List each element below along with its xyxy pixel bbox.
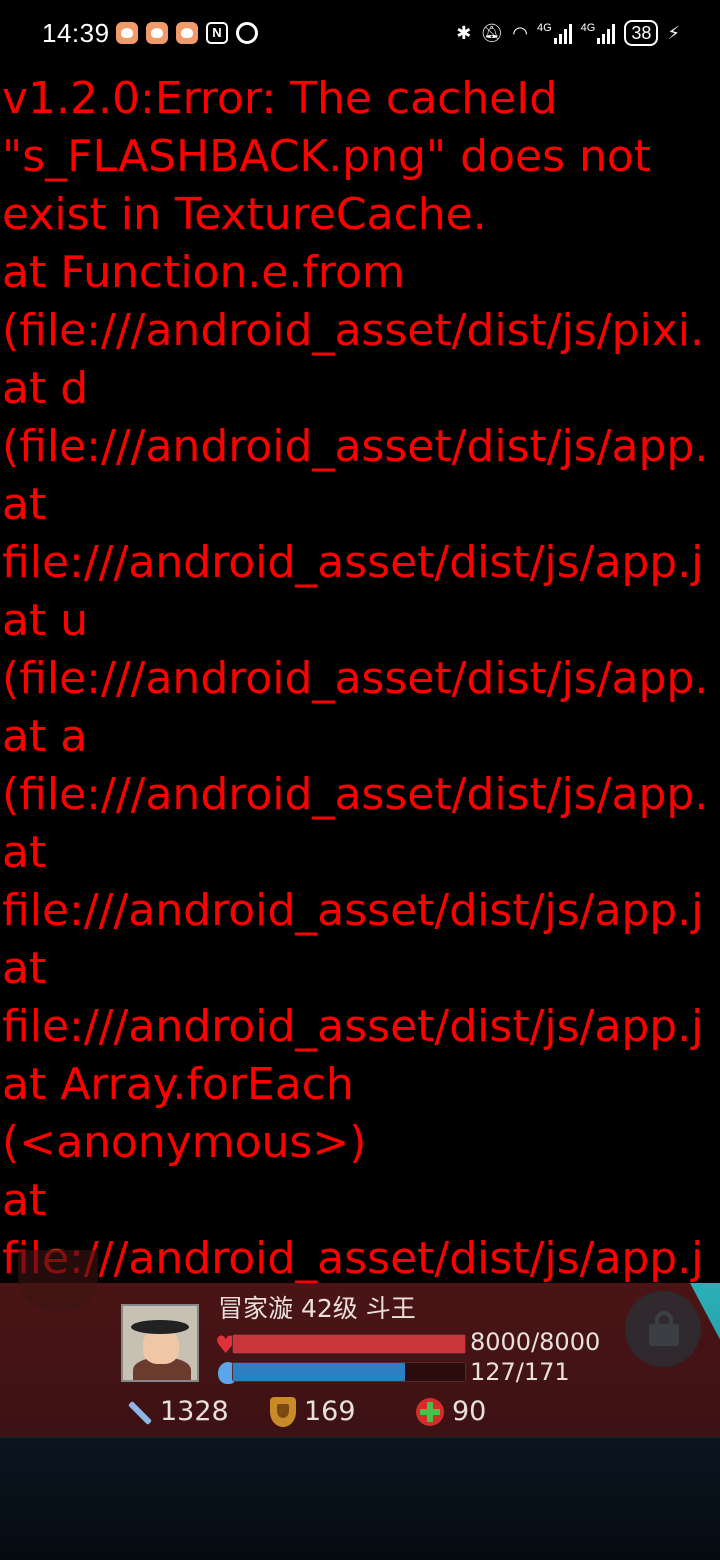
signal-icon: 4G	[581, 22, 616, 44]
signal-icon: 4G	[537, 22, 572, 44]
charging-icon: ⚡︎	[667, 22, 680, 43]
bluetooth-icon: ✱	[456, 22, 472, 43]
status-time: 14:39	[42, 18, 110, 48]
player-avatar[interactable]	[121, 1304, 199, 1382]
mute-icon: 🔕︎	[480, 22, 504, 43]
status-bar: 14:39 N ✱ 🔕︎ ◠ 4G 4G 38 ⚡︎	[0, 0, 720, 68]
error-line: exist in TextureCache.	[2, 189, 487, 240]
error-message: v1.2.0:Error: The cacheId "s_FLASHBACK.pn…	[2, 70, 720, 1288]
error-line: (<anonymous>)	[2, 1117, 367, 1168]
error-line: (file:///android_asset/dist/js/app.	[2, 653, 709, 704]
hp-value: 8000/8000	[470, 1328, 601, 1356]
error-line: at Array.forEach	[2, 1059, 354, 1110]
error-line: at	[2, 827, 47, 878]
lock-button[interactable]	[625, 1291, 701, 1367]
error-line: (file:///android_asset/dist/js/app.	[2, 421, 709, 472]
heal-stat: 90	[416, 1396, 486, 1427]
attack-value: 1328	[160, 1396, 229, 1427]
player-name-level: 冒家漩 42级 斗王	[218, 1294, 416, 1323]
mp-bar-fill	[233, 1363, 406, 1381]
defense-stat: 169	[270, 1396, 356, 1427]
mp-bar	[232, 1362, 466, 1382]
nfc-icon: N	[206, 22, 228, 44]
error-line: file:///android_asset/dist/js/app.j	[2, 1233, 704, 1284]
sword-icon	[122, 1397, 152, 1427]
error-line: at a	[2, 711, 88, 762]
menu-button[interactable]	[18, 1250, 98, 1312]
system-icons: ✱ 🔕︎ ◠ 4G 4G 38 ⚡︎	[456, 20, 680, 46]
error-line: at	[2, 479, 47, 530]
wifi-icon: ◠	[512, 22, 528, 43]
hp-bar	[232, 1334, 466, 1354]
error-line: (file:///android_asset/dist/js/app.	[2, 769, 709, 820]
error-line: file:///android_asset/dist/js/app.j	[2, 885, 704, 936]
error-line: file:///android_asset/dist/js/app.j	[2, 537, 704, 588]
mp-value: 127/171	[470, 1358, 570, 1386]
heal-value: 90	[452, 1396, 487, 1427]
error-line: "s_FLASHBACK.png" does not	[2, 131, 652, 182]
error-line: at u	[2, 595, 89, 646]
signal-network-label: 4G	[580, 22, 596, 34]
error-line: at	[2, 943, 47, 994]
error-line: at d	[2, 363, 89, 414]
game-background	[0, 1438, 720, 1560]
attack-stat: 1328	[122, 1396, 229, 1427]
alarm-icon	[236, 22, 258, 44]
app-notification-icon	[146, 22, 168, 44]
app-notification-icon	[176, 22, 198, 44]
signal-network-label: 4G	[536, 22, 552, 34]
shield-icon	[270, 1396, 296, 1427]
error-line: (file:///android_asset/dist/js/pixi.	[2, 305, 704, 356]
health-cross-icon	[416, 1397, 444, 1426]
notification-icons: N	[116, 22, 258, 44]
error-line: file:///android_asset/dist/js/app.j	[2, 1001, 704, 1052]
battery-level: 38	[624, 20, 659, 46]
defense-value: 169	[304, 1396, 356, 1427]
error-line: v1.2.0:Error: The cacheId	[2, 73, 558, 124]
app-notification-icon	[116, 22, 138, 44]
error-line: at Function.e.from	[2, 247, 405, 298]
error-line: at	[2, 1175, 47, 1226]
hp-bar-fill	[233, 1335, 465, 1353]
